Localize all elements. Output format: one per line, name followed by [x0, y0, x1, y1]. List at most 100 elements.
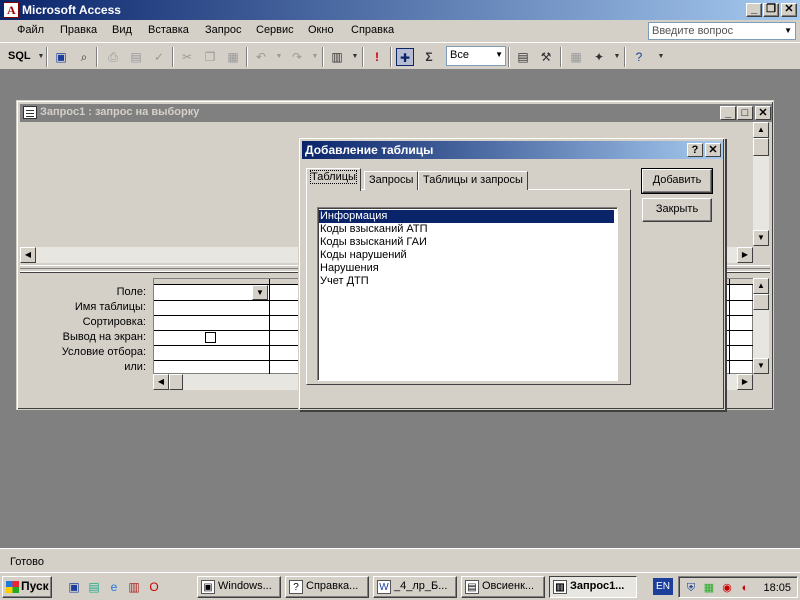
print-icon[interactable]: ⎙	[104, 48, 122, 66]
new-object-icon[interactable]: ✦	[590, 48, 608, 66]
scroll-thumb[interactable]	[753, 294, 769, 310]
scroll-up-icon[interactable]: ▲	[753, 278, 769, 294]
close-button[interactable]: ✕	[755, 106, 771, 120]
minimize-button[interactable]: _	[720, 106, 736, 120]
toolbar-options-icon[interactable]: ▼	[652, 48, 670, 66]
network-icon[interactable]: ▦	[701, 580, 717, 596]
restore-button[interactable]: ❐	[763, 3, 779, 17]
undo-icon[interactable]: ↶	[252, 48, 270, 66]
toolbar-separator	[560, 47, 562, 67]
toolbar-separator	[362, 47, 364, 67]
system-tray: ⛨ ▦ ◉ ◐ 18:05	[678, 576, 798, 598]
list-item[interactable]: Нарушения	[319, 262, 614, 275]
scroll-left-icon[interactable]: ◀	[20, 247, 36, 263]
list-item[interactable]: Коды нарушений	[319, 249, 614, 262]
scroll-right-icon[interactable]: ▶	[737, 247, 753, 263]
help-icon: ?	[289, 580, 303, 594]
run-icon[interactable]: !	[368, 48, 386, 66]
sql-view-button[interactable]: SQL	[8, 50, 31, 62]
volume-icon[interactable]: ◐	[737, 580, 753, 596]
menu-window[interactable]: Окно	[308, 24, 334, 36]
copy-icon[interactable]: ❐	[201, 48, 219, 66]
database-window-icon[interactable]: ▦	[567, 48, 585, 66]
help-icon[interactable]: ?	[630, 48, 648, 66]
task-database[interactable]: ▤ Овсиенк...	[461, 576, 545, 598]
tab-tables-and-queries[interactable]: Таблицы и запросы	[418, 171, 528, 190]
task-help[interactable]: ? Справка...	[285, 576, 369, 598]
list-item[interactable]: Коды взысканий ГАИ	[319, 236, 614, 249]
tab-tables[interactable]: Таблицы	[306, 168, 361, 191]
quicklaunch-opera-icon[interactable]: O	[146, 579, 162, 595]
query-type-icon[interactable]: ▥	[328, 48, 346, 66]
menu-edit[interactable]: Правка	[60, 24, 97, 36]
quicklaunch-archive-icon[interactable]: ▥	[126, 579, 142, 595]
print-preview-icon[interactable]: ▤	[127, 48, 145, 66]
access-app-icon[interactable]	[3, 2, 19, 18]
toolbar-separator	[624, 47, 626, 67]
language-indicator[interactable]: EN	[653, 578, 673, 595]
list-item[interactable]: Учет ДТП	[319, 275, 614, 288]
chevron-down-icon[interactable]: ▼	[784, 26, 792, 35]
start-button[interactable]: Пуск	[2, 576, 52, 598]
scroll-left-icon[interactable]: ◀	[153, 374, 169, 390]
maximize-button[interactable]: □	[737, 106, 753, 120]
tab-tables-label: Таблицы	[310, 170, 357, 184]
start-label: Пуск	[21, 579, 49, 593]
scroll-right-icon[interactable]: ▶	[737, 374, 753, 390]
task-windows[interactable]: ▣ Windows...	[197, 576, 281, 598]
chevron-down-icon[interactable]: ▼	[495, 50, 503, 59]
menu-view[interactable]: Вид	[112, 24, 132, 36]
show-table-icon[interactable]: ✚	[396, 48, 414, 66]
task-query1[interactable]: ▥ Запрос1...	[549, 576, 637, 598]
menu-insert[interactable]: Вставка	[148, 24, 189, 36]
list-item[interactable]: Коды взысканий АТП	[319, 223, 614, 236]
list-item[interactable]: Информация	[319, 210, 614, 223]
minimize-button[interactable]: _	[746, 3, 762, 17]
task-word-document[interactable]: W _4_лр_Б...	[373, 576, 457, 598]
spelling-icon[interactable]: ✓	[150, 48, 168, 66]
close-icon[interactable]: ✕	[705, 143, 721, 157]
shield-icon[interactable]: ⛨	[683, 580, 699, 596]
paste-icon[interactable]: ▦	[224, 48, 242, 66]
close-dialog-button[interactable]: Закрыть	[642, 198, 712, 222]
scroll-down-icon[interactable]: ▼	[753, 358, 769, 374]
close-button[interactable]: ✕	[781, 3, 797, 17]
top-values-select[interactable]: Все ▼	[446, 46, 506, 66]
show-checkbox[interactable]	[205, 332, 216, 343]
quicklaunch-desktop-icon[interactable]: ▤	[86, 579, 102, 595]
redo-icon[interactable]: ↷	[288, 48, 306, 66]
help-placeholder: Введите вопрос	[652, 25, 734, 37]
builder-icon[interactable]: ⚒	[537, 48, 555, 66]
antivirus-icon[interactable]: ◉	[719, 580, 735, 596]
search-database-icon[interactable]: ⌕	[75, 48, 93, 66]
menu-file[interactable]: Файл	[17, 24, 44, 36]
scroll-thumb[interactable]	[169, 374, 183, 390]
chevron-down-icon[interactable]: ▼	[270, 48, 288, 66]
field-dropdown-button[interactable]: ▼	[252, 285, 268, 300]
row-label-sort: Сортировка:	[82, 316, 146, 328]
dialog-titlebar[interactable]: Добавление таблицы ? ✕	[302, 141, 723, 159]
menu-query[interactable]: Запрос	[205, 24, 241, 36]
help-question-input[interactable]: Введите вопрос ▼	[648, 22, 796, 40]
menu-tools[interactable]: Сервис	[256, 24, 294, 36]
query-window-titlebar[interactable]: Запрос1 : запрос на выборку _ □ ✕	[20, 104, 772, 122]
row-label-table: Имя таблицы:	[74, 301, 146, 313]
quicklaunch-save-icon[interactable]: ▣	[66, 579, 82, 595]
cut-icon[interactable]: ✂	[178, 48, 196, 66]
top-values-value: Все	[450, 49, 469, 61]
add-button[interactable]: Добавить	[641, 168, 713, 194]
totals-button[interactable]: Σ	[420, 48, 438, 66]
task-label: Справка...	[306, 580, 359, 592]
task-label: Windows...	[218, 580, 272, 592]
menu-help[interactable]: Справка	[351, 24, 394, 36]
query-window-title: Запрос1 : запрос на выборку	[40, 106, 200, 118]
scroll-down-icon[interactable]: ▼	[753, 230, 769, 246]
scroll-thumb[interactable]	[753, 138, 769, 156]
scroll-up-icon[interactable]: ▲	[753, 122, 769, 138]
quicklaunch-ie-icon[interactable]: e	[106, 579, 122, 595]
properties-icon[interactable]: ▤	[514, 48, 532, 66]
toolbar-separator	[508, 47, 510, 67]
save-icon[interactable]: ▣	[52, 48, 70, 66]
help-button[interactable]: ?	[687, 143, 703, 157]
tab-queries[interactable]: Запросы	[364, 171, 419, 190]
